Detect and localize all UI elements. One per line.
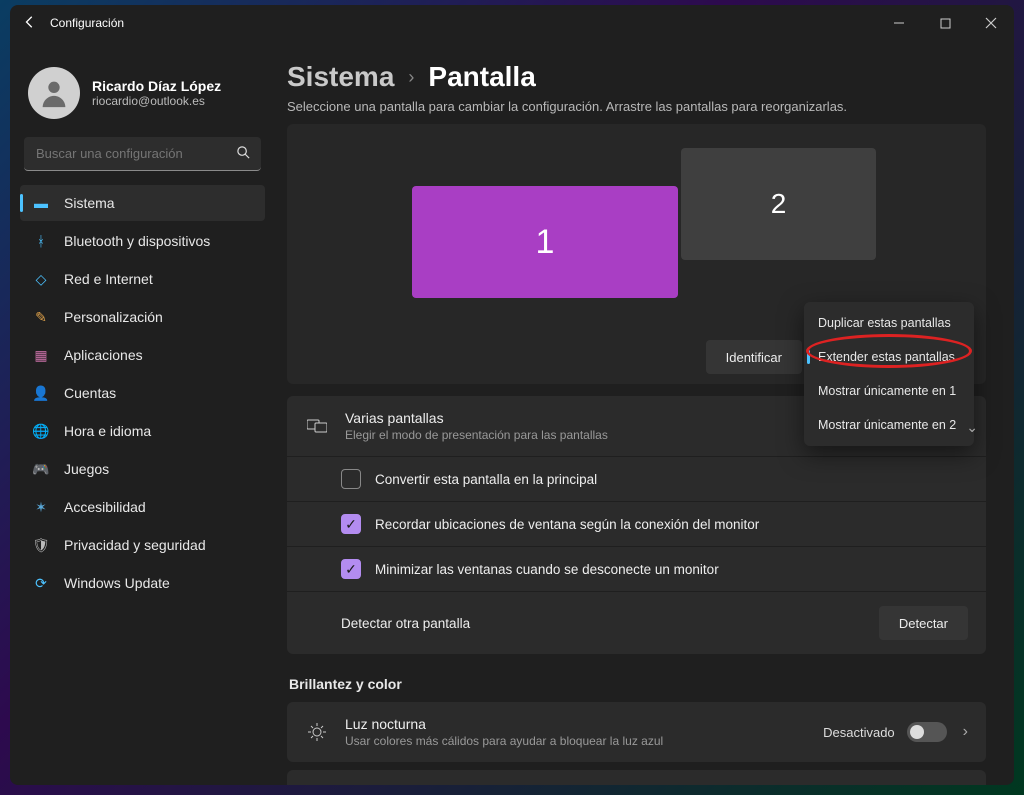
nav-item-privacy[interactable]: 🛡 Privacidad y seguridad — [20, 527, 265, 563]
menu-only-2[interactable]: Mostrar únicamente en 2 ⌄ — [804, 408, 974, 442]
profile-email: riocardio@outlook.es — [92, 94, 221, 108]
apps-icon: ▦ — [32, 346, 50, 364]
breadcrumb-leaf: Pantalla — [428, 61, 535, 93]
breadcrumb: Sistema › Pantalla — [287, 61, 986, 93]
nav-label: Cuentas — [64, 385, 116, 401]
close-button[interactable] — [968, 5, 1014, 41]
nav-list: ▬ Sistema ᚼ Bluetooth y dispositivos ◇ R… — [20, 185, 265, 601]
night-light-card[interactable]: Luz nocturna Usar colores más cálidos pa… — [287, 702, 986, 762]
chevron-right-icon: › — [408, 67, 414, 88]
search-box — [24, 137, 261, 171]
nav-label: Bluetooth y dispositivos — [64, 233, 210, 249]
opt-minimize-row: ✓ Minimizar las ventanas cuando se desco… — [287, 546, 986, 591]
nav-item-bluetooth[interactable]: ᚼ Bluetooth y dispositivos — [20, 223, 265, 259]
search-icon — [236, 145, 251, 163]
detect-row: Detectar otra pantalla Detectar — [287, 591, 986, 654]
accessibility-icon: ✶ — [32, 498, 50, 516]
nav-item-accounts[interactable]: 👤 Cuentas — [20, 375, 265, 411]
night-light-desc: Usar colores más cálidos para ayudar a b… — [345, 734, 807, 748]
menu-extend[interactable]: Extender estas pantallas — [804, 340, 974, 374]
breadcrumb-root[interactable]: Sistema — [287, 61, 394, 93]
nav-item-time[interactable]: 🌐 Hora e idioma — [20, 413, 265, 449]
nav-item-network[interactable]: ◇ Red e Internet — [20, 261, 265, 297]
search-input[interactable] — [24, 137, 261, 171]
nav-item-personalization[interactable]: ✎ Personalización — [20, 299, 265, 335]
gamepad-icon: 🎮 — [32, 460, 50, 478]
identify-button[interactable]: Identificar — [706, 340, 802, 374]
opt-minimize-label: Minimizar las ventanas cuando se descone… — [375, 562, 719, 577]
night-light-icon — [305, 723, 329, 741]
nav-label: Juegos — [64, 461, 109, 477]
avatar — [28, 67, 80, 119]
displays-icon — [305, 418, 329, 434]
person-icon: 👤 — [32, 384, 50, 402]
nav-item-gaming[interactable]: 🎮 Juegos — [20, 451, 265, 487]
window-title: Configuración — [50, 16, 124, 30]
checkbox-make-main[interactable] — [341, 469, 361, 489]
chevron-right-icon: › — [963, 723, 968, 741]
shield-icon: 🛡 — [32, 536, 50, 554]
maximize-button[interactable] — [922, 5, 968, 41]
back-button[interactable] — [10, 15, 50, 32]
update-icon: ⟳ — [32, 574, 50, 592]
opt-make-main-row: Convertir esta pantalla en la principal — [287, 456, 986, 501]
checkbox-remember[interactable]: ✓ — [341, 514, 361, 534]
nav-label: Hora e idioma — [64, 423, 151, 439]
settings-window: Configuración Ricardo Díaz López riocard… — [10, 5, 1014, 785]
night-light-title: Luz nocturna — [345, 716, 807, 732]
nav-label: Privacidad y seguridad — [64, 537, 206, 553]
nav-label: Sistema — [64, 195, 115, 211]
sidebar: Ricardo Díaz López riocardio@outlook.es … — [10, 41, 275, 785]
nav-label: Aplicaciones — [64, 347, 143, 363]
nav-item-apps[interactable]: ▦ Aplicaciones — [20, 337, 265, 373]
wifi-icon: ◇ — [32, 270, 50, 288]
profile-name: Ricardo Díaz López — [92, 78, 221, 94]
detect-button[interactable]: Detectar — [879, 606, 968, 640]
nav-item-sistema[interactable]: ▬ Sistema — [20, 185, 265, 221]
display-arrange-area: 1 2 Identificar Duplicar estas pantallas… — [287, 124, 986, 384]
chevron-down-icon: ⌄ — [966, 419, 978, 436]
main-content: Sistema › Pantalla Seleccione una pantal… — [275, 41, 1014, 785]
display-mode-menu: Duplicar estas pantallas Extender estas … — [804, 302, 974, 446]
opt-make-main-label: Convertir esta pantalla en la principal — [375, 472, 597, 487]
menu-duplicate[interactable]: Duplicar estas pantallas — [804, 306, 974, 340]
nav-label: Accesibilidad — [64, 499, 146, 515]
system-icon: ▬ — [32, 194, 50, 212]
profile-block[interactable]: Ricardo Díaz López riocardio@outlook.es — [20, 53, 265, 137]
nav-label: Red e Internet — [64, 271, 153, 287]
bluetooth-icon: ᚼ — [32, 232, 50, 250]
nav-item-update[interactable]: ⟳ Windows Update — [20, 565, 265, 601]
globe-icon: 🌐 — [32, 422, 50, 440]
nav-label: Windows Update — [64, 575, 170, 591]
monitor-1[interactable]: 1 — [412, 186, 678, 298]
brush-icon: ✎ — [32, 308, 50, 326]
checkbox-minimize[interactable]: ✓ — [341, 559, 361, 579]
brightness-section-title: Brillantez y color — [289, 676, 986, 692]
hdr-card[interactable]: HDR HDR Más información sobre HDR › — [287, 770, 986, 785]
monitor-2[interactable]: 2 — [681, 148, 876, 260]
opt-remember-row: ✓ Recordar ubicaciones de ventana según … — [287, 501, 986, 546]
night-light-state: Desactivado — [823, 725, 895, 740]
night-light-toggle[interactable] — [907, 722, 947, 742]
detect-label: Detectar otra pantalla — [341, 616, 470, 631]
minimize-button[interactable] — [876, 5, 922, 41]
opt-remember-label: Recordar ubicaciones de ventana según la… — [375, 517, 759, 532]
nav-item-accessibility[interactable]: ✶ Accesibilidad — [20, 489, 265, 525]
titlebar: Configuración — [10, 5, 1014, 41]
nav-label: Personalización — [64, 309, 163, 325]
menu-only-1[interactable]: Mostrar únicamente en 1 — [804, 374, 974, 408]
page-subtitle: Seleccione una pantalla para cambiar la … — [287, 99, 986, 114]
hdr-title: HDR — [345, 784, 947, 785]
